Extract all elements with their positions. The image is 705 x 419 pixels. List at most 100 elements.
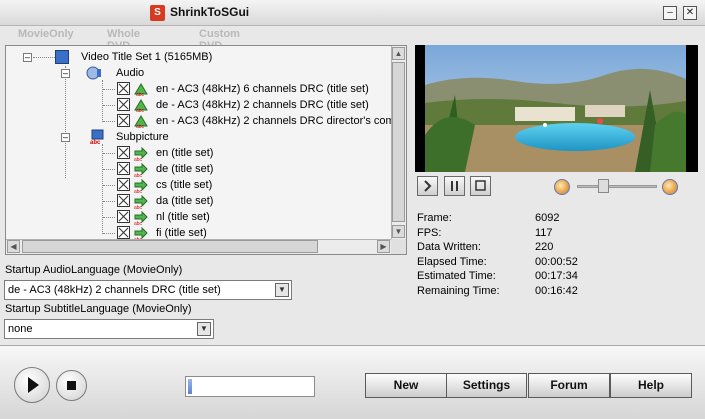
audio-track-item[interactable]: abc en - AC3 (48kHz) 6 channels DRC (tit… <box>6 81 392 97</box>
subtitle-track-icon: abc <box>134 194 148 209</box>
stop-icon <box>475 180 486 191</box>
chevron-right-icon <box>424 180 432 192</box>
settings-button[interactable]: Settings <box>446 373 527 398</box>
tree-vertical-scrollbar[interactable]: ▲ ▼ <box>391 46 406 240</box>
chevron-down-icon[interactable]: ▼ <box>197 322 211 336</box>
audio-track-icon: abc <box>134 115 148 129</box>
chevron-down-icon[interactable]: ▼ <box>275 283 289 297</box>
tree-node-audio[interactable]: – Audio <box>6 65 386 81</box>
scroll-down-arrow-icon[interactable]: ▼ <box>392 225 405 238</box>
audio-language-value: de - AC3 (48kHz) 2 channels DRC (title s… <box>8 284 221 296</box>
subtitle-language-value: none <box>8 323 33 335</box>
title-set-icon <box>55 50 69 64</box>
play-preview-button[interactable] <box>417 176 438 196</box>
subtitle-track-item[interactable]: abc nl (title set) <box>6 209 392 225</box>
stat-label-remaining-time: Remaining Time: <box>417 285 500 297</box>
subtitle-track-label: en (title set) <box>156 147 214 159</box>
subtitle-track-item[interactable]: abc de (title set) <box>6 161 392 177</box>
track-checkbox[interactable] <box>117 194 130 207</box>
backup-progress-bar <box>185 376 315 397</box>
scroll-left-arrow-icon[interactable]: ◀ <box>7 240 20 253</box>
start-backup-button[interactable] <box>14 367 50 403</box>
audio-track-item[interactable]: abc de - AC3 (48kHz) 2 channels DRC (tit… <box>6 97 392 113</box>
minimize-button[interactable]: – <box>663 6 677 20</box>
scroll-up-arrow-icon[interactable]: ▲ <box>392 47 405 60</box>
stop-backup-button[interactable] <box>56 370 87 401</box>
audio-language-label: Startup AudioLanguage (MovieOnly) <box>5 264 183 276</box>
pause-preview-button[interactable] <box>444 176 465 196</box>
audio-language-select[interactable]: de - AC3 (48kHz) 2 channels DRC (title s… <box>4 280 292 300</box>
subtitle-track-label: da (title set) <box>156 195 214 207</box>
audio-track-item[interactable]: abc en - AC3 (48kHz) 2 channels DRC dire… <box>6 113 392 129</box>
tree-node-root[interactable]: – Video Title Set 1 (5165MB) <box>6 49 386 65</box>
subtitle-track-icon: abc <box>134 178 148 193</box>
subtitle-track-item[interactable]: abc fi (title set) <box>6 225 392 240</box>
tree-connector <box>103 201 115 202</box>
subtitle-language-select[interactable]: none ▼ <box>4 319 214 339</box>
title-bar: S ShrinkToSGui – ✕ <box>0 0 705 26</box>
subtitle-track-label: fi (title set) <box>156 227 207 239</box>
tree-node-label: Video Title Set 1 (5165MB) <box>81 51 213 63</box>
tree-connector <box>103 217 115 218</box>
mode-tab-movieonly[interactable]: MovieOnly <box>18 28 74 40</box>
audio-track-icon: abc <box>134 83 148 97</box>
window-title: ShrinkToSGui <box>170 5 250 19</box>
stat-value-remaining-time: 00:16:42 <box>535 285 578 297</box>
subtitle-track-item[interactable]: abc da (title set) <box>6 193 392 209</box>
track-checkbox[interactable] <box>117 162 130 175</box>
tree-node-label: Audio <box>116 67 145 79</box>
app-logo-icon: S <box>150 5 165 21</box>
audio-track-label: en - AC3 (48kHz) 6 channels DRC (title s… <box>156 83 369 95</box>
track-checkbox[interactable] <box>117 98 130 111</box>
pause-icon <box>451 181 458 191</box>
scroll-right-arrow-icon[interactable]: ▶ <box>377 240 390 253</box>
stat-value-frame: 6092 <box>535 212 560 224</box>
collapse-icon[interactable]: – <box>23 53 32 62</box>
volume-high-icon[interactable] <box>662 179 678 195</box>
play-icon <box>28 377 39 393</box>
stop-preview-button[interactable] <box>470 176 491 196</box>
new-button[interactable]: New <box>365 373 447 398</box>
track-checkbox[interactable] <box>117 226 130 239</box>
track-checkbox[interactable] <box>117 210 130 223</box>
collapse-icon[interactable]: – <box>61 133 70 142</box>
track-checkbox[interactable] <box>117 146 130 159</box>
tree-connector <box>103 233 115 234</box>
subtitle-track-icon: abc <box>134 146 148 161</box>
stat-label-data-written: Data Written: <box>417 241 481 253</box>
audio-track-label: en - AC3 (48kHz) 2 channels DRC director… <box>156 115 392 127</box>
horizontal-scroll-thumb[interactable] <box>22 240 318 253</box>
subtitle-track-item[interactable]: abc cs (title set) <box>6 177 392 193</box>
audio-icon <box>86 66 101 80</box>
stat-value-elapsed-time: 00:00:52 <box>535 256 578 268</box>
subpicture-icon: abc <box>90 129 104 145</box>
audio-track-icon: abc <box>134 99 148 113</box>
track-checkbox[interactable] <box>117 82 130 95</box>
title-set-tree[interactable]: – Video Title Set 1 (5165MB) – Audio abc… <box>5 45 407 255</box>
subtitle-track-label: de (title set) <box>156 163 214 175</box>
volume-slider-thumb[interactable] <box>598 179 609 193</box>
vertical-scroll-thumb[interactable] <box>392 62 405 222</box>
close-button[interactable]: ✕ <box>683 6 697 20</box>
stat-value-data-written: 220 <box>535 241 554 253</box>
stat-label-estimated-time: Estimated Time: <box>417 270 496 282</box>
video-preview <box>415 45 698 172</box>
tree-connector <box>103 121 115 122</box>
volume-slider-track[interactable] <box>577 185 657 188</box>
subtitle-track-item[interactable]: abc en (title set) <box>6 145 392 161</box>
tree-node-label: Subpicture <box>116 131 169 143</box>
volume-low-icon[interactable] <box>554 179 570 195</box>
subtitle-track-icon: abc <box>134 226 148 240</box>
stat-value-fps: 117 <box>535 227 553 239</box>
tree-node-subpicture[interactable]: – abc Subpicture <box>6 129 386 145</box>
subtitle-track-label: cs (title set) <box>156 179 213 191</box>
stop-icon <box>67 381 76 390</box>
forum-button[interactable]: Forum <box>528 373 610 398</box>
tree-horizontal-scrollbar[interactable]: ◀ ▶ <box>6 239 392 254</box>
subtitle-language-label: Startup SubtitleLanguage (MovieOnly) <box>5 303 192 315</box>
video-frame-image <box>425 45 686 172</box>
help-button[interactable]: Help <box>610 373 692 398</box>
track-checkbox[interactable] <box>117 178 130 191</box>
track-checkbox[interactable] <box>117 114 130 127</box>
collapse-icon[interactable]: – <box>61 69 70 78</box>
